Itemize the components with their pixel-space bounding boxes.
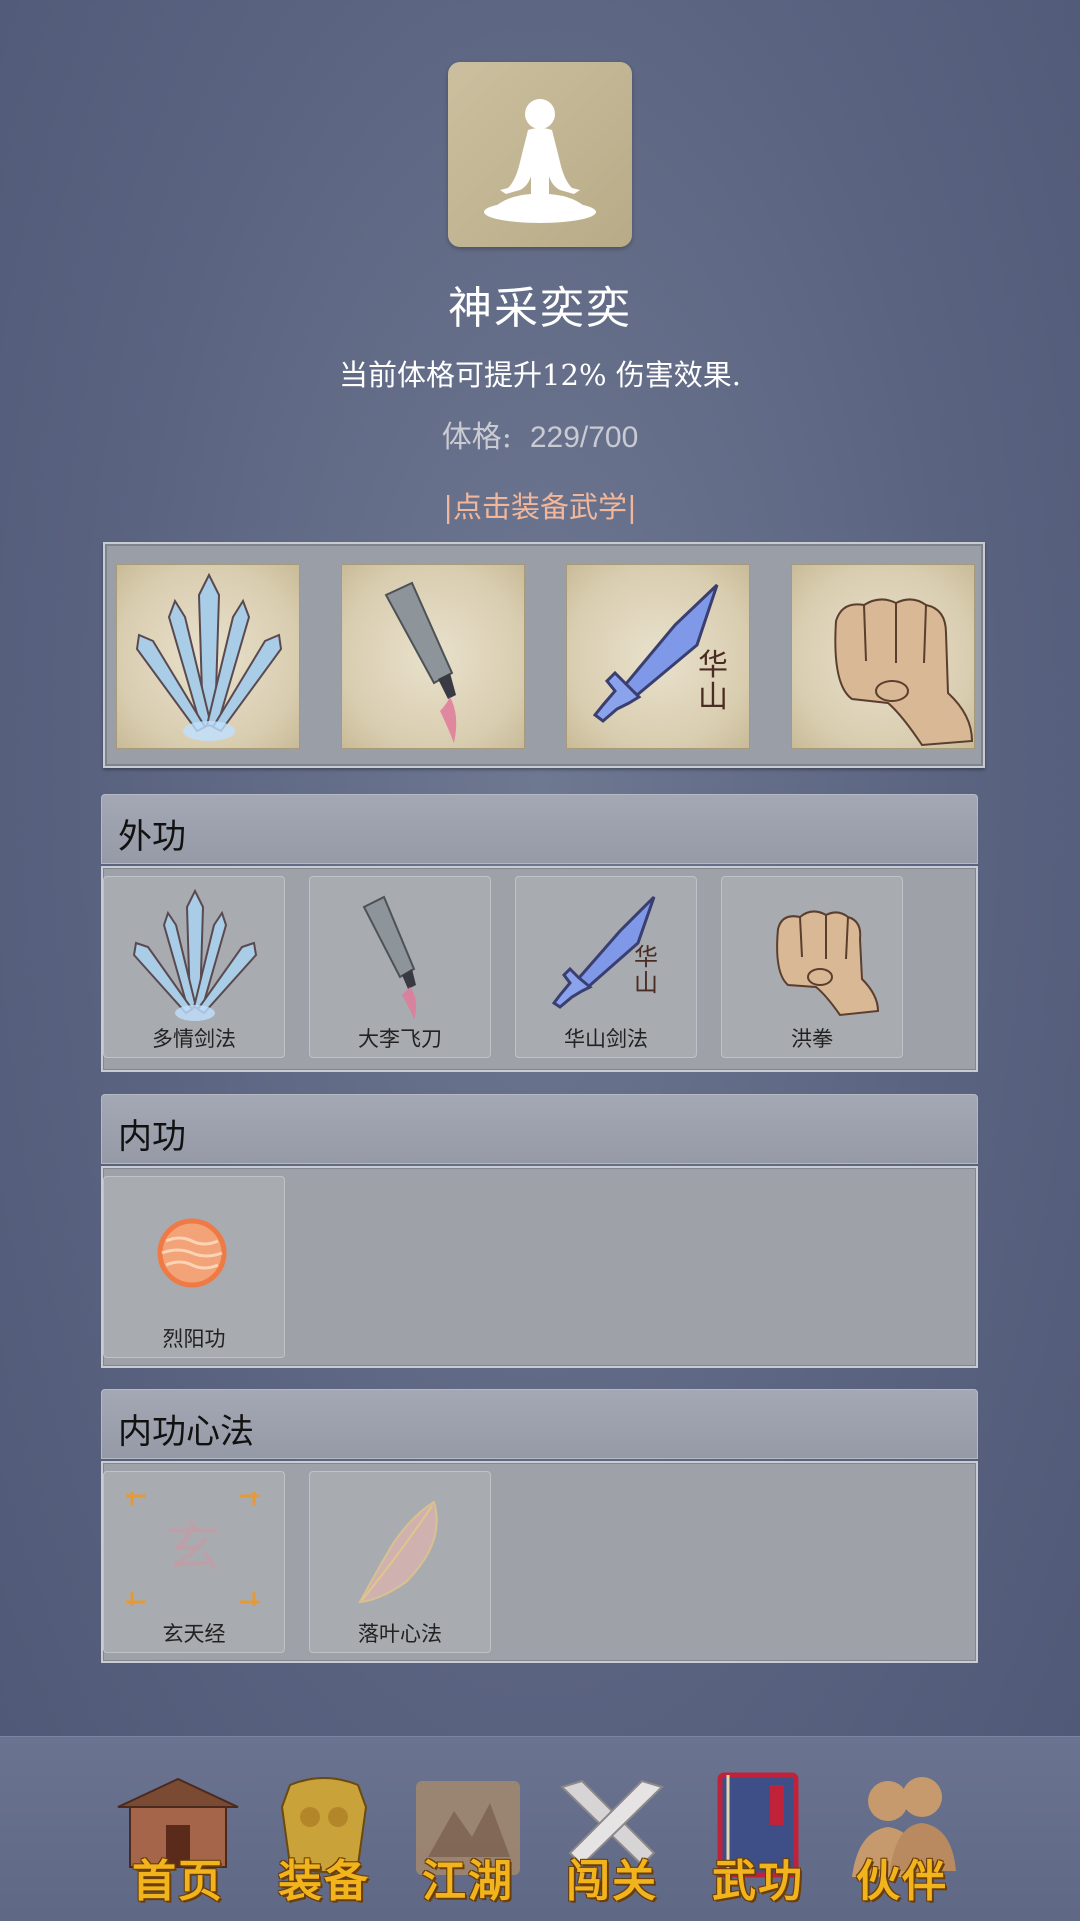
huashan-badge-bottom: 山 (634, 969, 658, 997)
section-header-waigong: 外功 (101, 794, 978, 864)
nav-martial-arts[interactable]: 武功 (688, 1767, 828, 1907)
huashan-badge-top: 华 (634, 943, 658, 971)
nav-label-challenge: 闯关 (566, 1856, 658, 1907)
section-header-xinfa: 内功心法 (101, 1389, 978, 1459)
skill-name: 玄天经 (162, 1622, 226, 1646)
section-body-neigong: 烈阳功 (101, 1166, 978, 1368)
physique-label: 体格: (441, 420, 512, 455)
xuan-glyph: 玄 (166, 1516, 220, 1579)
nav-companions[interactable]: 伙伴 (832, 1767, 972, 1907)
equip-skill-hint[interactable]: |点击装备武学| (0, 484, 1080, 526)
skill-card-luoye[interactable]: 落叶心法 (309, 1471, 491, 1653)
skill-card-huashan[interactable]: 华 山 华山剑法 (515, 876, 697, 1058)
skill-name: 落叶心法 (358, 1622, 442, 1646)
fist-icon (834, 598, 974, 747)
status-title: 神采奕奕 (448, 283, 632, 334)
section-body-waigong: 多情剑法 大李飞刀 华 山 华山剑法 洪拳 (101, 866, 978, 1072)
bottom-nav: 首页 装备 江湖 闯关 武功 伙伴 (0, 1736, 1080, 1921)
skill-card-duoqing[interactable]: 多情剑法 (103, 876, 285, 1058)
physique-value: 229/700 (529, 421, 639, 454)
nav-equipment[interactable]: 装备 (254, 1767, 394, 1907)
section-body-xinfa: 玄 玄天经 落叶心法 (101, 1461, 978, 1663)
huashan-badge-bottom: 山 (698, 680, 728, 715)
nav-challenge[interactable]: 闯关 (542, 1767, 682, 1907)
section-header-neigong: 内功 (101, 1094, 978, 1164)
nav-home[interactable]: 首页 (108, 1767, 248, 1907)
skill-name: 大李飞刀 (358, 1027, 442, 1051)
equipped-slot-1[interactable] (116, 564, 300, 749)
nav-label-jianghu: 江湖 (422, 1856, 514, 1907)
status-description: 当前体格可提升12% 伤害效果. (339, 358, 741, 392)
multi-sword-icon (135, 572, 283, 741)
skill-card-lieyang[interactable]: 烈阳功 (103, 1176, 285, 1358)
huashan-badge-top: 华 (698, 648, 728, 683)
huashan-sword-icon: 华 山 (592, 583, 728, 723)
equipped-slot-3[interactable]: 华 山 (566, 564, 750, 749)
skill-name: 多情剑法 (152, 1027, 236, 1051)
flying-knife-icon (384, 581, 457, 743)
nav-label-companions: 伙伴 (856, 1856, 948, 1907)
skill-name: 烈阳功 (162, 1327, 226, 1351)
section-title-waigong: 外功 (118, 817, 186, 857)
skill-name: 洪拳 (791, 1027, 833, 1051)
section-title-xinfa: 内功心法 (118, 1412, 254, 1452)
equipped-slot-2[interactable] (341, 564, 525, 749)
nav-label-martial-arts: 武功 (712, 1856, 804, 1907)
skill-name: 华山剑法 (564, 1027, 648, 1051)
skill-card-hongquan[interactable]: 洪拳 (721, 876, 903, 1058)
nav-label-equipment: 装备 (278, 1856, 370, 1907)
physique-stat: 体格: 229/700 (0, 412, 1080, 456)
skill-card-xuantian[interactable]: 玄 玄天经 (103, 1471, 285, 1653)
skill-card-feidao[interactable]: 大李飞刀 (309, 876, 491, 1058)
equipped-slot-4[interactable] (791, 564, 975, 749)
equipped-skills-panel: 华 山 (103, 542, 985, 768)
meditation-avatar (448, 62, 632, 247)
nav-jianghu[interactable]: 江湖 (398, 1767, 538, 1907)
nav-label-home: 首页 (132, 1856, 224, 1907)
section-title-neigong: 内功 (118, 1117, 186, 1157)
meditation-icon (484, 99, 596, 223)
